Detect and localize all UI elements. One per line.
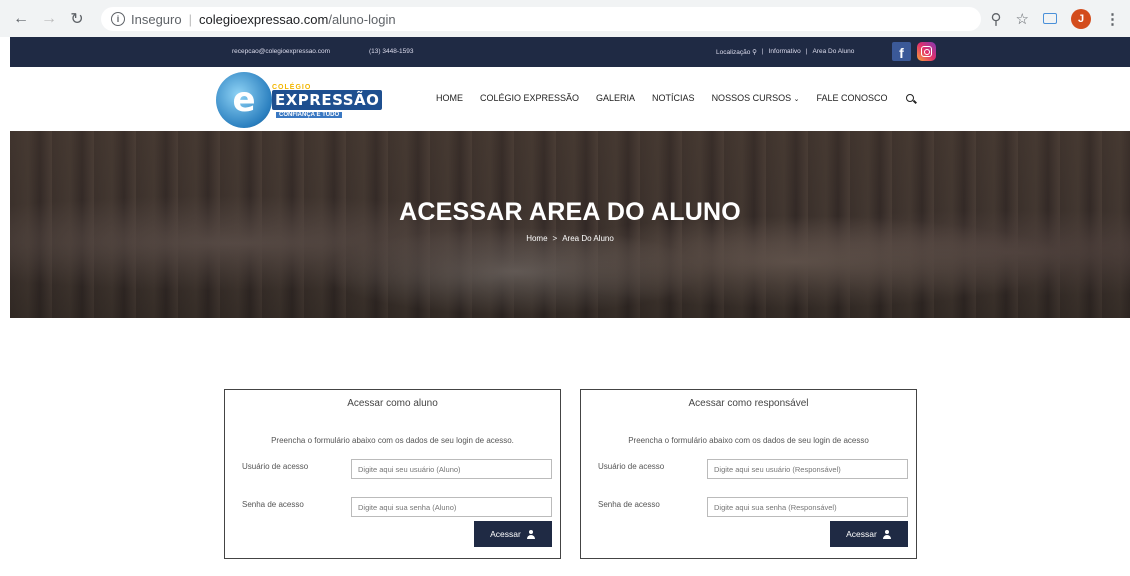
reload-icon[interactable]: ↻	[66, 8, 88, 30]
guardian-login-button-label: Acessar	[846, 529, 877, 539]
student-login-button-label: Acessar	[490, 529, 521, 539]
guardian-login-panel: Acessar como responsável Preencha o form…	[580, 389, 917, 559]
area-aluno-link[interactable]: Area Do Aluno	[812, 48, 854, 56]
student-login-panel: Acessar como aluno Preencha o formulário…	[224, 389, 561, 559]
main-menu: HOME COLÉGIO EXPRESSÃO GALERIA NOTÍCIAS …	[436, 93, 915, 103]
student-login-title: Acessar como aluno	[347, 398, 438, 409]
guardian-password-label: Senha de acesso	[598, 500, 660, 509]
breadcrumb-current: Area Do Aluno	[562, 234, 614, 243]
logo-name: EXPRESSÃO	[272, 90, 383, 110]
student-password-input[interactable]	[351, 497, 552, 517]
hero-banner: ACESSAR AREA DO ALUNO Home > Area Do Aluno	[10, 131, 1130, 318]
url-host: colegioexpressao.com	[198, 11, 329, 27]
menu-dots-icon[interactable]: ⋮	[1105, 10, 1120, 28]
zoom-icon[interactable]: ⚲	[991, 10, 1002, 28]
profile-avatar[interactable]: J	[1071, 8, 1091, 29]
top-divider: |	[761, 48, 764, 55]
logo-tagline: CONFIANÇA E TUDO	[276, 112, 343, 118]
student-login-description: Preencha o formulário abaixo com os dado…	[271, 436, 514, 445]
info-icon[interactable]: i	[111, 12, 125, 26]
guardian-user-input[interactable]	[707, 459, 908, 479]
guardian-login-title: Acessar como responsável	[688, 398, 809, 409]
guardian-login-description: Preencha o formulário abaixo com os dado…	[628, 436, 869, 445]
map-pin-icon: ⚲	[752, 49, 757, 56]
site-logo[interactable]: e COLÉGIO EXPRESSÃO CONFIANÇA E TUDO	[216, 72, 383, 128]
menu-item-home[interactable]: HOME	[436, 93, 463, 103]
security-label[interactable]: Inseguro	[131, 12, 182, 27]
address-bar[interactable]: i Inseguro | colegioexpressao.com/aluno-…	[101, 7, 981, 31]
contact-phone: (13) 3448-1593	[369, 48, 414, 55]
instagram-icon[interactable]	[917, 42, 936, 61]
top-links: Localização ⚲ | Informativo | Area Do Al…	[716, 48, 854, 56]
address-divider: |	[188, 11, 192, 27]
top-info-bar: recepcao@colegioexpressao.com (13) 3448-…	[10, 37, 1130, 67]
facebook-icon[interactable]: f	[892, 42, 911, 61]
page-title: ACESSAR AREA DO ALUNO	[399, 198, 741, 226]
menu-item-fale-conosco[interactable]: FALE CONOSCO	[816, 93, 887, 103]
browser-toolbar: ← → ↻ i Inseguro | colegioexpressao.com /…	[0, 0, 1130, 37]
user-icon	[527, 529, 536, 539]
menu-item-cursos[interactable]: NOSSOS CURSOS ⌄	[712, 93, 800, 103]
guardian-login-button[interactable]: Acessar	[830, 521, 908, 547]
back-arrow-icon[interactable]: ←	[10, 8, 32, 30]
top-divider: |	[805, 48, 808, 55]
student-password-label: Senha de acesso	[242, 500, 304, 509]
menu-item-colegio[interactable]: COLÉGIO EXPRESSÃO	[480, 93, 579, 103]
student-login-button[interactable]: Acessar	[474, 521, 552, 547]
guardian-user-label: Usuário de acesso	[598, 462, 665, 471]
chevron-down-icon: ⌄	[793, 96, 800, 103]
breadcrumb-home[interactable]: Home	[526, 234, 547, 243]
search-icon[interactable]	[906, 94, 915, 102]
breadcrumb-separator: >	[552, 234, 558, 243]
url-path: /aluno-login	[328, 11, 396, 27]
user-icon	[883, 529, 892, 539]
browser-actions: ⚲ ☆ J ⋮	[991, 0, 1120, 37]
guardian-password-input[interactable]	[707, 497, 908, 517]
informativo-link[interactable]: Informativo	[769, 48, 801, 56]
student-user-input[interactable]	[351, 459, 552, 479]
breadcrumb: Home > Area Do Aluno	[10, 234, 1130, 243]
student-user-label: Usuário de acesso	[242, 462, 309, 471]
menu-item-noticias[interactable]: NOTÍCIAS	[652, 93, 695, 103]
contact-email[interactable]: recepcao@colegioexpressao.com	[232, 48, 330, 55]
location-link[interactable]: Localização ⚲	[716, 48, 757, 56]
forward-arrow-icon[interactable]: →	[38, 8, 60, 30]
logo-emblem: e	[216, 72, 272, 128]
bookmark-star-icon[interactable]: ☆	[1016, 10, 1029, 28]
site-header: e COLÉGIO EXPRESSÃO CONFIANÇA E TUDO HOM…	[10, 67, 1130, 131]
menu-item-galeria[interactable]: GALERIA	[596, 93, 635, 103]
cast-icon[interactable]	[1043, 13, 1057, 24]
